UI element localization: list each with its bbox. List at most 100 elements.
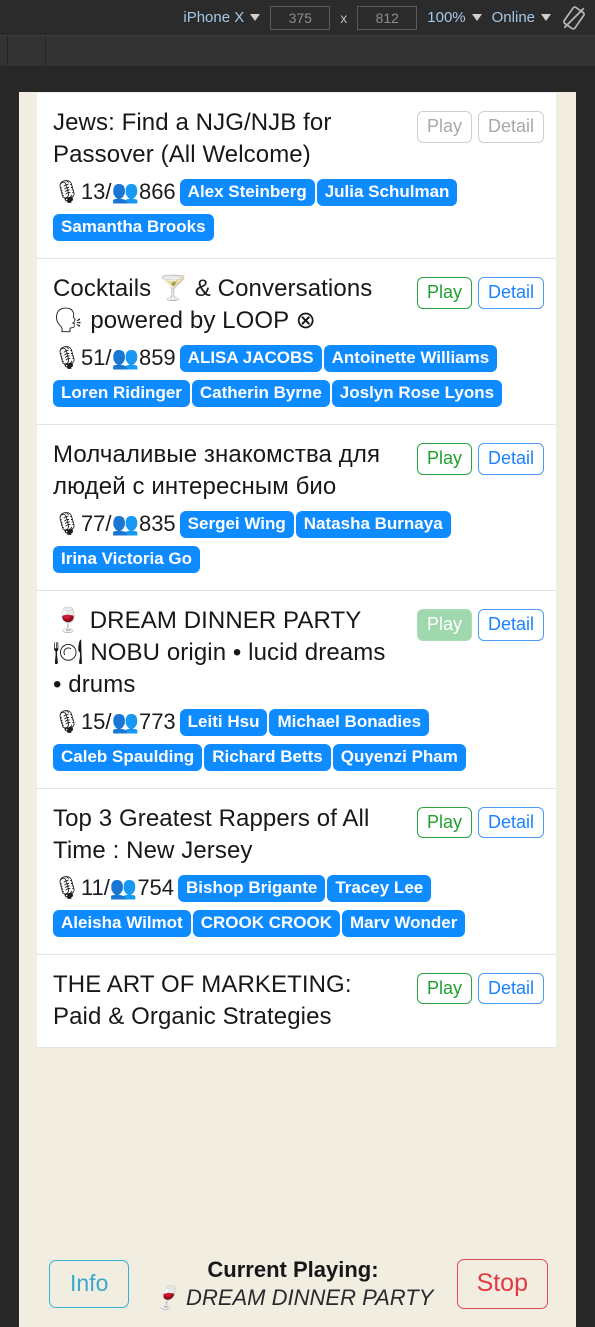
speaker-chip[interactable]: CROOK CROOK xyxy=(192,909,340,938)
speaker-chip[interactable]: Leiti Hsu xyxy=(179,708,268,737)
chevron-down-icon xyxy=(471,14,482,21)
dimension-multiply-label: x xyxy=(340,9,348,26)
tab-placeholder-3[interactable] xyxy=(46,36,595,66)
room-meta: 🎙77/👥835 Sergei Wing Natasha Burnaya Irina … xyxy=(53,507,544,576)
room-counts: 🎙51/👥859 xyxy=(53,344,176,371)
listener-count: 835 xyxy=(138,510,176,536)
speaker-chip[interactable]: Irina Victoria Go xyxy=(53,545,201,574)
chevron-down-icon xyxy=(541,14,551,21)
speaker-chip[interactable]: Aleisha Wilmot xyxy=(53,909,191,938)
rotate-device-icon[interactable] xyxy=(561,5,587,31)
room-actions: Play Detail xyxy=(416,107,544,143)
speaker-chip[interactable]: Loren Ridinger xyxy=(53,379,190,408)
people-icon: 👥 xyxy=(111,511,139,537)
room-card[interactable]: THE ART OF MARKETING: Paid & Organic Str… xyxy=(37,954,556,1048)
microphone-icon: 🎙 xyxy=(53,179,81,205)
speaker-chip[interactable]: Caleb Spaulding xyxy=(53,743,203,772)
speaker-chip[interactable]: Alex Steinberg xyxy=(179,178,315,207)
speaker-chip[interactable]: Antoinette Williams xyxy=(323,344,498,373)
speaker-count: 51 xyxy=(80,344,106,370)
room-meta: 🎙13/👥866 Alex Steinberg Julia Schulman Sama… xyxy=(53,175,544,244)
speaker-chip[interactable]: Bishop Brigante xyxy=(178,874,326,903)
room-actions: Play Detail xyxy=(416,273,544,309)
room-counts: 🎙77/👥835 xyxy=(53,510,176,537)
room-card-header: Cocktails 🍸 & Conversations 🗣 powered by… xyxy=(53,273,544,337)
detail-button[interactable]: Detail xyxy=(477,806,544,839)
microphone-icon: 🎙 xyxy=(53,345,81,371)
listener-count: 754 xyxy=(137,874,175,900)
detail-button[interactable]: Detail xyxy=(477,609,544,641)
room-title: Top 3 Greatest Rappers of All Time : New… xyxy=(53,804,370,864)
speaker-chip[interactable]: Richard Betts xyxy=(204,743,331,772)
play-button[interactable]: Play xyxy=(416,277,472,309)
microphone-icon: 🎙 xyxy=(53,709,81,735)
room-meta: 🎙51/👥859 ALISA JACOBS Antoinette Williams L… xyxy=(53,341,544,410)
room-actions: Play Detail xyxy=(416,969,544,1005)
people-icon: 👥 xyxy=(111,179,139,205)
room-card-header: Jews: Find a NJG/NJB for Passover (All W… xyxy=(53,107,544,171)
speaker-count: 13 xyxy=(80,178,106,204)
tab-placeholder-1[interactable] xyxy=(0,36,8,66)
room-card-header: 🍷 DREAM DINNER PARTY 🍽 NOBU origin • luc… xyxy=(53,605,544,701)
listener-count: 773 xyxy=(138,708,176,734)
speaker-count: 77 xyxy=(80,510,106,536)
now-playing-title: 🍷 DREAM DINNER PARTY xyxy=(152,1285,434,1310)
speaker-chip[interactable]: Quyenzi Pham xyxy=(332,743,466,772)
viewport-height-input[interactable] xyxy=(357,5,418,30)
speaker-chip[interactable]: Michael Bonadies xyxy=(269,708,430,737)
play-button[interactable]: Play xyxy=(416,972,472,1005)
speaker-chip[interactable]: Julia Schulman xyxy=(316,178,458,207)
tab-placeholder-2[interactable] xyxy=(8,36,46,66)
room-title: THE ART OF MARKETING: Paid & Organic Str… xyxy=(53,970,352,1030)
room-card-header: Top 3 Greatest Rappers of All Time : New… xyxy=(53,803,544,867)
room-card[interactable]: Молчаливые знакомства для людей с интере… xyxy=(37,425,556,591)
speaker-chip[interactable]: Marv Wonder xyxy=(341,909,466,938)
chevron-down-icon xyxy=(250,14,261,21)
play-button[interactable]: Play xyxy=(416,111,472,143)
room-card[interactable]: 🍷 DREAM DINNER PARTY 🍽 NOBU origin • luc… xyxy=(37,591,556,789)
device-selector[interactable]: iPhone X xyxy=(183,9,261,26)
room-card-header: Молчаливые знакомства для людей с интере… xyxy=(53,439,544,503)
viewport-width-input[interactable] xyxy=(270,5,331,30)
room-card[interactable]: Top 3 Greatest Rappers of All Time : New… xyxy=(37,788,556,955)
room-title: Cocktails 🍸 & Conversations 🗣 powered by… xyxy=(53,275,373,334)
room-card[interactable]: Jews: Find a NJG/NJB for Passover (All W… xyxy=(37,92,556,259)
info-button[interactable]: Info xyxy=(49,1260,130,1308)
play-button[interactable]: Play xyxy=(416,443,472,475)
phone-viewport: Jews: Find a NJG/NJB for Passover (All W… xyxy=(19,92,576,1327)
speaker-chip[interactable]: Tracey Lee xyxy=(327,874,432,903)
room-actions: Play Detail xyxy=(416,605,544,641)
room-actions: Play Detail xyxy=(416,803,544,839)
room-title: Jews: Find a NJG/NJB for Passover (All W… xyxy=(53,109,332,168)
room-counts: 🎙13/👥866 xyxy=(53,178,176,205)
throttling-selector[interactable]: Online xyxy=(492,9,551,26)
browser-chrome-gap xyxy=(0,66,595,92)
play-button[interactable]: Play xyxy=(416,806,472,839)
zoom-selector[interactable]: 100% xyxy=(427,9,482,26)
people-icon: 👥 xyxy=(109,875,138,901)
detail-button[interactable]: Detail xyxy=(477,972,544,1005)
stop-button[interactable]: Stop xyxy=(456,1259,548,1309)
detail-button[interactable]: Detail xyxy=(477,277,544,309)
detail-button[interactable]: Detail xyxy=(477,111,544,143)
speaker-chip[interactable]: Catherin Byrne xyxy=(191,379,330,408)
speaker-chip[interactable]: Sergei Wing xyxy=(179,510,294,539)
speaker-chip[interactable]: ALISA JACOBS xyxy=(179,344,322,373)
room-actions: Play Detail xyxy=(416,439,544,475)
room-title: Молчаливые знакомства для людей с интере… xyxy=(53,441,381,500)
detail-button[interactable]: Detail xyxy=(477,443,544,475)
speaker-chip[interactable]: Joslyn Rose Lyons xyxy=(331,379,503,408)
now-playing: Current Playing: 🍷 DREAM DINNER PARTY xyxy=(153,1257,434,1312)
room-card[interactable]: Cocktails 🍸 & Conversations 🗣 powered by… xyxy=(37,259,556,425)
listener-count: 866 xyxy=(138,178,176,204)
devtools-tabstrip xyxy=(0,36,595,66)
speaker-chip[interactable]: Samantha Brooks xyxy=(53,213,214,242)
speaker-chip[interactable]: Natasha Burnaya xyxy=(295,510,451,539)
room-list[interactable]: Jews: Find a NJG/NJB for Passover (All W… xyxy=(19,92,576,1241)
device-name: iPhone X xyxy=(183,9,245,26)
room-counts: 🎙11/👥754 xyxy=(53,874,175,901)
now-playing-label: Current Playing: xyxy=(207,1256,379,1282)
microphone-icon: 🎙 xyxy=(53,511,81,537)
room-meta: 🎙11/👥754 Bishop Brigante Tracey Lee Aleisha… xyxy=(53,871,544,940)
play-button[interactable]: Play xyxy=(416,609,472,641)
